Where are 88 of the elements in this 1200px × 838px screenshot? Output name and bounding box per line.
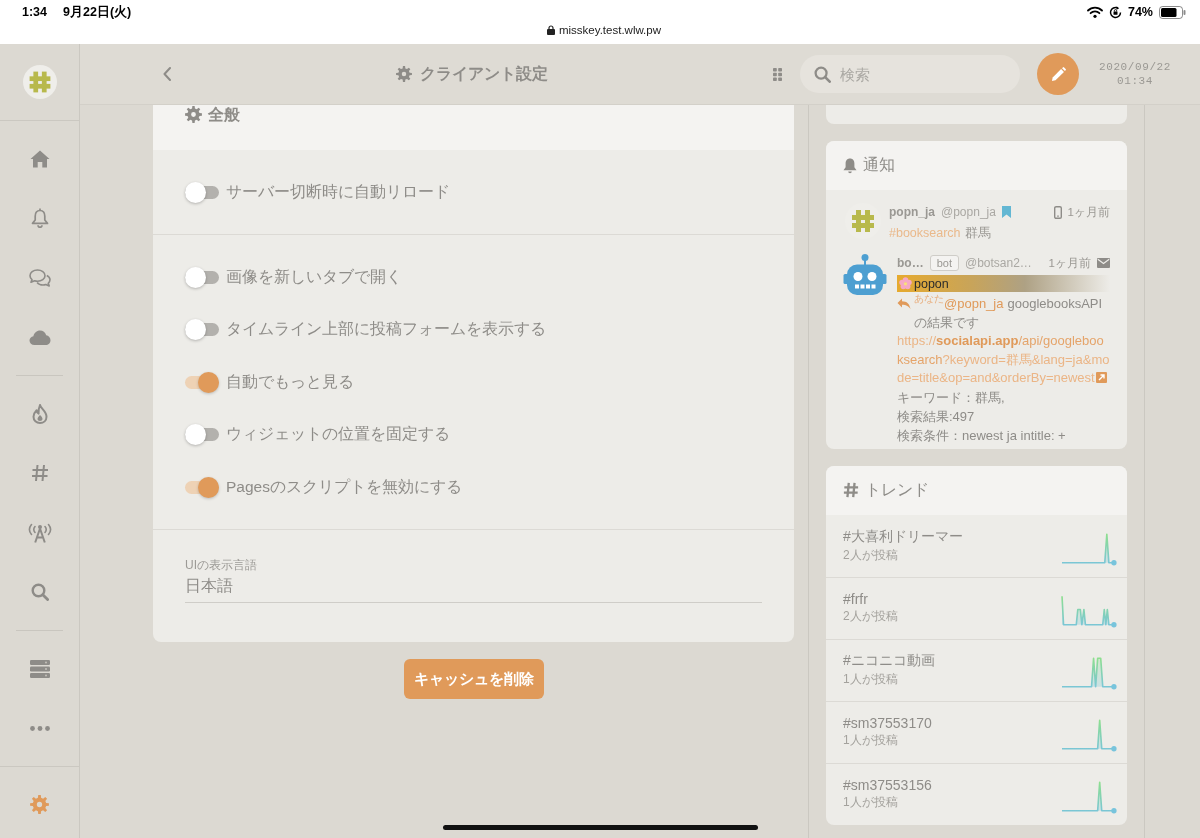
address-bar-url[interactable]: misskey.test.wlw.pw xyxy=(559,24,661,36)
compose-button[interactable] xyxy=(1037,53,1079,95)
post-count: 2人が投稿 xyxy=(843,546,898,564)
trend-sparkline xyxy=(1061,531,1117,566)
hash-icon xyxy=(843,482,859,498)
language-select[interactable]: UIの表示言語 日本語 xyxy=(185,558,762,603)
post-count: 1人が投稿 xyxy=(843,794,898,811)
antenna-icon xyxy=(26,522,53,543)
bookmark-icon xyxy=(1001,206,1011,218)
post-count: 1人が投稿 xyxy=(843,732,898,749)
status-date: 9月22日(火) xyxy=(63,3,132,21)
user-handle: @botsan2… xyxy=(964,256,1032,270)
post-time: 1ヶ月前 xyxy=(1048,255,1091,271)
bot-badge: bot xyxy=(929,255,959,271)
trend-sparkline xyxy=(1061,717,1117,752)
toggle-switch[interactable] xyxy=(185,181,219,203)
search-icon xyxy=(814,65,831,83)
battery-percent: 74% xyxy=(1127,5,1153,19)
envelope-icon xyxy=(1097,258,1110,268)
search-icon xyxy=(30,583,49,602)
post-count: 2人が投稿 xyxy=(843,608,898,625)
note-text: 検索条件：newest ja intitle: + xyxy=(897,426,1067,445)
cloud-icon xyxy=(28,329,51,345)
status-time: 1:34 xyxy=(22,5,48,19)
hashtag-link[interactable]: #frfr xyxy=(843,591,868,607)
external-link-icon xyxy=(1095,372,1107,383)
hashtag-link[interactable]: #大喜利ドリーマー xyxy=(843,527,963,546)
toggle-label: Pagesのスクリプトを無効にする xyxy=(226,476,462,497)
flame-icon xyxy=(31,403,48,424)
note-text: キーワード：群馬, xyxy=(897,388,1006,407)
toggle-label: ウィジェットの位置を固定する xyxy=(226,424,450,444)
toggle-label: 画像を新しいタブで開く xyxy=(226,266,402,287)
toggle-label: サーバー切断時に自動リロード xyxy=(226,181,450,202)
toggle-switch[interactable] xyxy=(185,266,219,288)
trend-sparkline xyxy=(1061,655,1117,690)
battery-icon xyxy=(1159,5,1186,19)
clock-date: 2020/09/22 xyxy=(1099,60,1171,74)
clear-cache-button[interactable]: キャッシュを削除 xyxy=(403,659,544,699)
page-title: クライアント設定 xyxy=(420,63,548,84)
orientation-lock-icon xyxy=(1108,5,1122,19)
flower-icon xyxy=(899,277,912,290)
home-icon xyxy=(29,149,50,168)
settings-icon xyxy=(185,106,202,123)
hashtag-link[interactable]: #ニコニコ動画 xyxy=(843,652,935,670)
trend-sparkline xyxy=(1061,779,1117,814)
mention-link[interactable]: @popn_ja xyxy=(944,296,1004,311)
post-count: 1人が投稿 xyxy=(843,671,898,688)
hashtag-link[interactable]: #sm37553170 xyxy=(843,715,932,731)
ellipsis-icon xyxy=(29,725,50,731)
chevron-left-icon xyxy=(163,67,171,81)
hashtag-link[interactable]: #booksearch xyxy=(889,224,961,242)
toggle-switch[interactable] xyxy=(185,371,219,393)
user-name: popn_ja xyxy=(889,205,935,219)
pencil-icon xyxy=(1050,66,1066,82)
toggle-switch[interactable] xyxy=(185,476,219,498)
post-time: 1ヶ月前 xyxy=(1067,204,1110,220)
note-text: 群馬 xyxy=(964,225,991,242)
robot-avatar-icon xyxy=(843,254,887,295)
card-title: 全般 xyxy=(208,106,240,124)
user-name: bo… xyxy=(897,256,924,270)
toggle-label: タイムライン上部に投稿フォームを表示する xyxy=(226,319,546,339)
settings-icon xyxy=(396,66,412,82)
toggle-label: 自動でもっと見る xyxy=(226,371,354,392)
bell-icon xyxy=(30,208,49,229)
bell-icon xyxy=(843,157,857,174)
phone-icon xyxy=(1053,205,1062,219)
user-handle: @popn_ja xyxy=(941,205,996,219)
clock-time: 01:34 xyxy=(1117,74,1153,88)
widget-title: トレンド xyxy=(865,479,929,500)
wifi-icon xyxy=(1086,6,1103,18)
hash-icon xyxy=(30,464,49,483)
widget-title: 通知 xyxy=(863,155,895,175)
toggle-switch[interactable] xyxy=(185,424,219,445)
note-text: $^{あなた}$@popn_ja googlebooksAPIの結果です xyxy=(914,294,1104,332)
note-text: 検索結果:497 xyxy=(897,407,976,426)
hashtag-link[interactable]: #sm37553156 xyxy=(843,777,932,793)
toggle-switch[interactable] xyxy=(185,319,219,340)
grid-icon xyxy=(772,67,782,81)
url-link[interactable]: https://socialapi.app/api/googlebooksearch?keyword=群馬&lang=ja&mode=title&op=and&orderBy=newest xyxy=(897,332,1110,388)
banner-text: popon xyxy=(914,276,949,291)
settings-icon xyxy=(30,795,49,814)
server-icon xyxy=(29,659,50,678)
avatar-icon[interactable] xyxy=(22,65,57,99)
lock-icon xyxy=(547,25,555,35)
reply-icon xyxy=(897,298,911,310)
chat-bubbles-icon xyxy=(28,268,51,287)
trend-sparkline xyxy=(1061,593,1117,628)
search-field[interactable]: 検索 xyxy=(800,55,1020,93)
